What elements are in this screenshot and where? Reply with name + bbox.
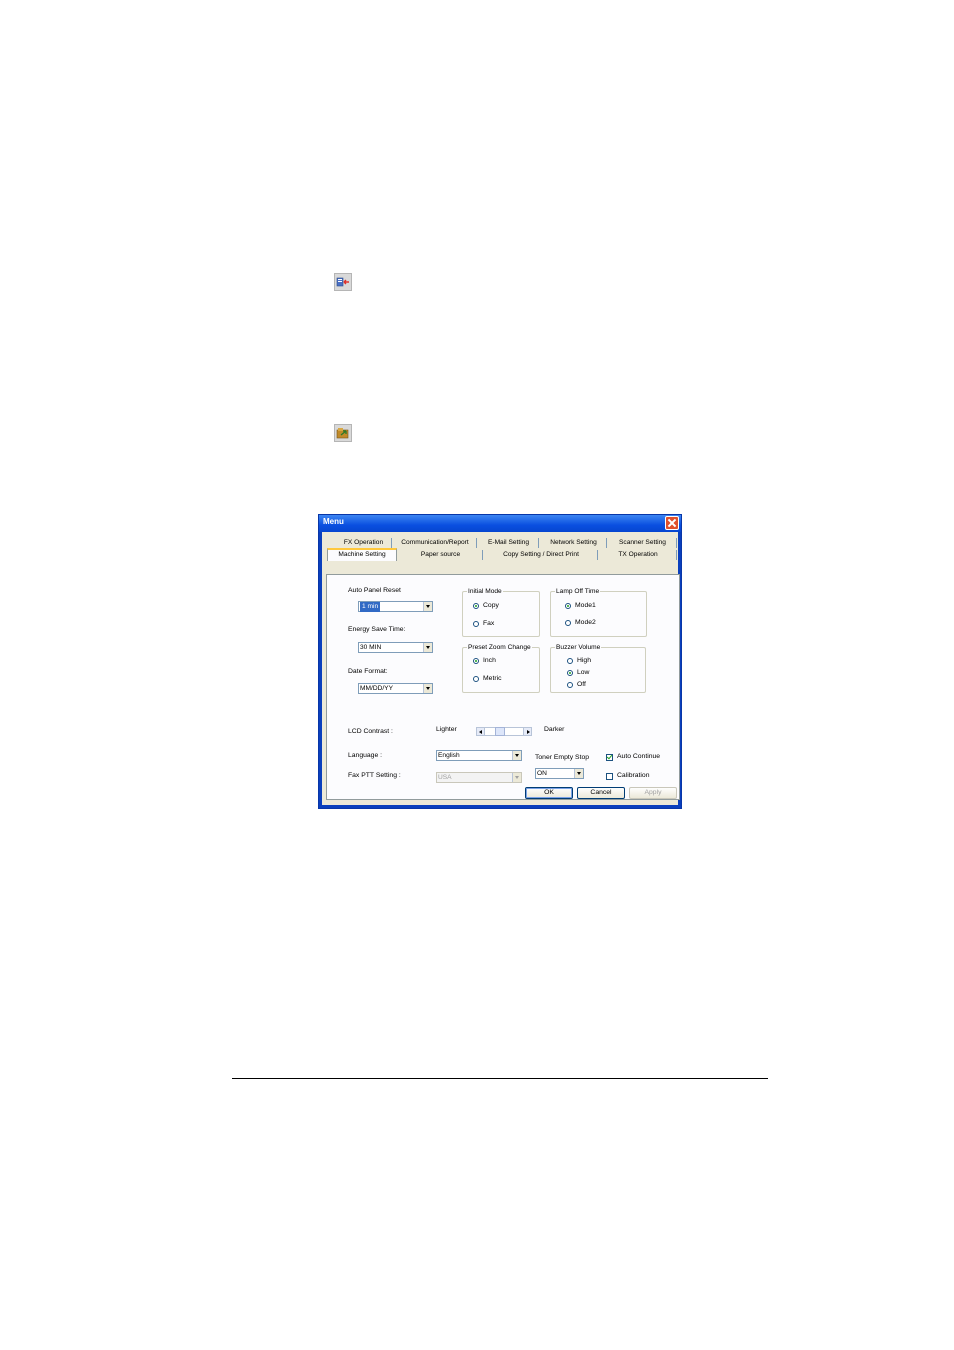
footer-rule [232, 1078, 768, 1079]
arrow-right-icon[interactable] [523, 727, 532, 736]
lamp-off-mode1-label: Mode1 [575, 602, 596, 609]
slider-thumb[interactable] [495, 727, 505, 736]
lamp-off-time-group: Lamp Off Time Mode1 Mode2 [550, 587, 647, 637]
energy-save-time-select[interactable]: 30 MIN [358, 642, 433, 653]
tab-fx-operation[interactable]: FX Operation [336, 538, 392, 548]
tab-network-setting[interactable]: Network Setting [541, 538, 607, 548]
tab-email-setting[interactable]: E-Mail Setting [479, 538, 539, 548]
auto-continue-label: Auto Continue [617, 753, 661, 760]
export-icon [334, 273, 352, 291]
lamp-off-mode2-radio[interactable] [565, 620, 571, 626]
machine-setting-panel: Auto Panel Reset 1 min Energy Save Time:… [326, 574, 680, 800]
tab-scanner-setting[interactable]: Scanner Setting [609, 538, 677, 548]
buzzer-off-label: Off [577, 681, 586, 688]
tab-copy-setting-direct-print[interactable]: Copy Setting / Direct Print [485, 550, 598, 560]
calibration-label: Calibration [617, 772, 650, 779]
initial-mode-fax-label: Fax [483, 620, 495, 627]
calibration-checkbox[interactable] [606, 773, 613, 780]
toner-empty-stop-select[interactable]: ON [535, 768, 584, 779]
chevron-down-icon[interactable] [512, 751, 521, 760]
initial-mode-title: Initial Mode [467, 587, 503, 596]
tab-machine-setting[interactable]: Machine Setting [327, 548, 397, 561]
language-value: English [438, 752, 460, 759]
initial-mode-fax-radio[interactable] [473, 621, 479, 627]
close-button[interactable] [665, 516, 679, 530]
buzzer-off-radio[interactable] [567, 682, 573, 688]
lamp-off-time-title: Lamp Off Time [555, 587, 601, 596]
chevron-down-icon [512, 773, 521, 782]
buzzer-low-radio[interactable] [567, 670, 573, 676]
buzzer-high-label: High [577, 657, 591, 664]
tab-paper-source[interactable]: Paper source [399, 550, 483, 560]
date-format-value: MM/DD/YY [360, 685, 393, 692]
auto-panel-reset-value: 1 min [360, 602, 381, 612]
chevron-down-icon[interactable] [423, 684, 432, 693]
lcd-contrast-slider[interactable] [476, 727, 532, 736]
menu-dialog: Menu FX Operation Communication/Report E… [318, 514, 682, 809]
import-icon [334, 424, 352, 442]
preset-zoom-change-group: Preset Zoom Change Inch Metric [462, 643, 540, 693]
zoom-inch-radio[interactable] [473, 658, 479, 664]
zoom-metric-radio[interactable] [473, 676, 479, 682]
chevron-down-icon[interactable] [574, 769, 583, 778]
lamp-off-mode2-label: Mode2 [575, 619, 596, 626]
zoom-metric-label: Metric [483, 675, 502, 682]
fax-ptt-setting-value: USA [438, 774, 452, 781]
zoom-inch-label: Inch [483, 657, 496, 664]
toner-empty-stop-label: Toner Empty Stop [535, 754, 590, 761]
initial-mode-copy-label: Copy [483, 602, 499, 609]
toner-empty-stop-value: ON [537, 770, 547, 777]
chevron-down-icon[interactable] [423, 602, 432, 611]
tab-tx-operation[interactable]: TX Operation [600, 550, 677, 560]
buzzer-volume-group: Buzzer Volume High Low Off [550, 643, 646, 693]
apply-button: Apply [629, 787, 677, 799]
date-format-select[interactable]: MM/DD/YY [358, 683, 433, 694]
buzzer-high-radio[interactable] [567, 658, 573, 664]
energy-save-time-value: 30 MIN [360, 644, 382, 651]
language-label: Language : [348, 752, 383, 759]
initial-mode-group: Initial Mode Copy Fax [462, 587, 540, 637]
language-select[interactable]: English [436, 750, 522, 761]
dialog-client: FX Operation Communication/Report E-Mail… [322, 532, 680, 805]
lamp-off-mode1-radio[interactable] [565, 603, 571, 609]
energy-save-time-label: Energy Save Time: [348, 626, 406, 633]
lcd-contrast-darker-label: Darker [544, 726, 565, 733]
fax-ptt-setting-label: Fax PTT Setting : [348, 772, 401, 779]
fax-ptt-setting-select: USA [436, 772, 522, 783]
tab-communication-report[interactable]: Communication/Report [394, 538, 477, 548]
lcd-contrast-label: LCD Contrast : [348, 728, 393, 735]
auto-continue-checkbox[interactable] [606, 754, 613, 761]
auto-panel-reset-label: Auto Panel Reset [348, 587, 401, 594]
buzzer-volume-title: Buzzer Volume [555, 643, 602, 652]
cancel-button[interactable]: Cancel [577, 787, 625, 799]
auto-panel-reset-select[interactable]: 1 min [358, 601, 433, 612]
chevron-down-icon[interactable] [423, 643, 432, 652]
arrow-left-icon[interactable] [476, 727, 485, 736]
date-format-label: Date Format: [348, 668, 388, 675]
initial-mode-copy-radio[interactable] [473, 603, 479, 609]
ok-button[interactable]: OK [525, 787, 573, 799]
buzzer-low-label: Low [577, 669, 590, 676]
title-bar[interactable]: Menu [319, 515, 681, 532]
lcd-contrast-lighter-label: Lighter [436, 726, 457, 733]
preset-zoom-change-title: Preset Zoom Change [467, 643, 532, 652]
dialog-title: Menu [323, 517, 344, 526]
